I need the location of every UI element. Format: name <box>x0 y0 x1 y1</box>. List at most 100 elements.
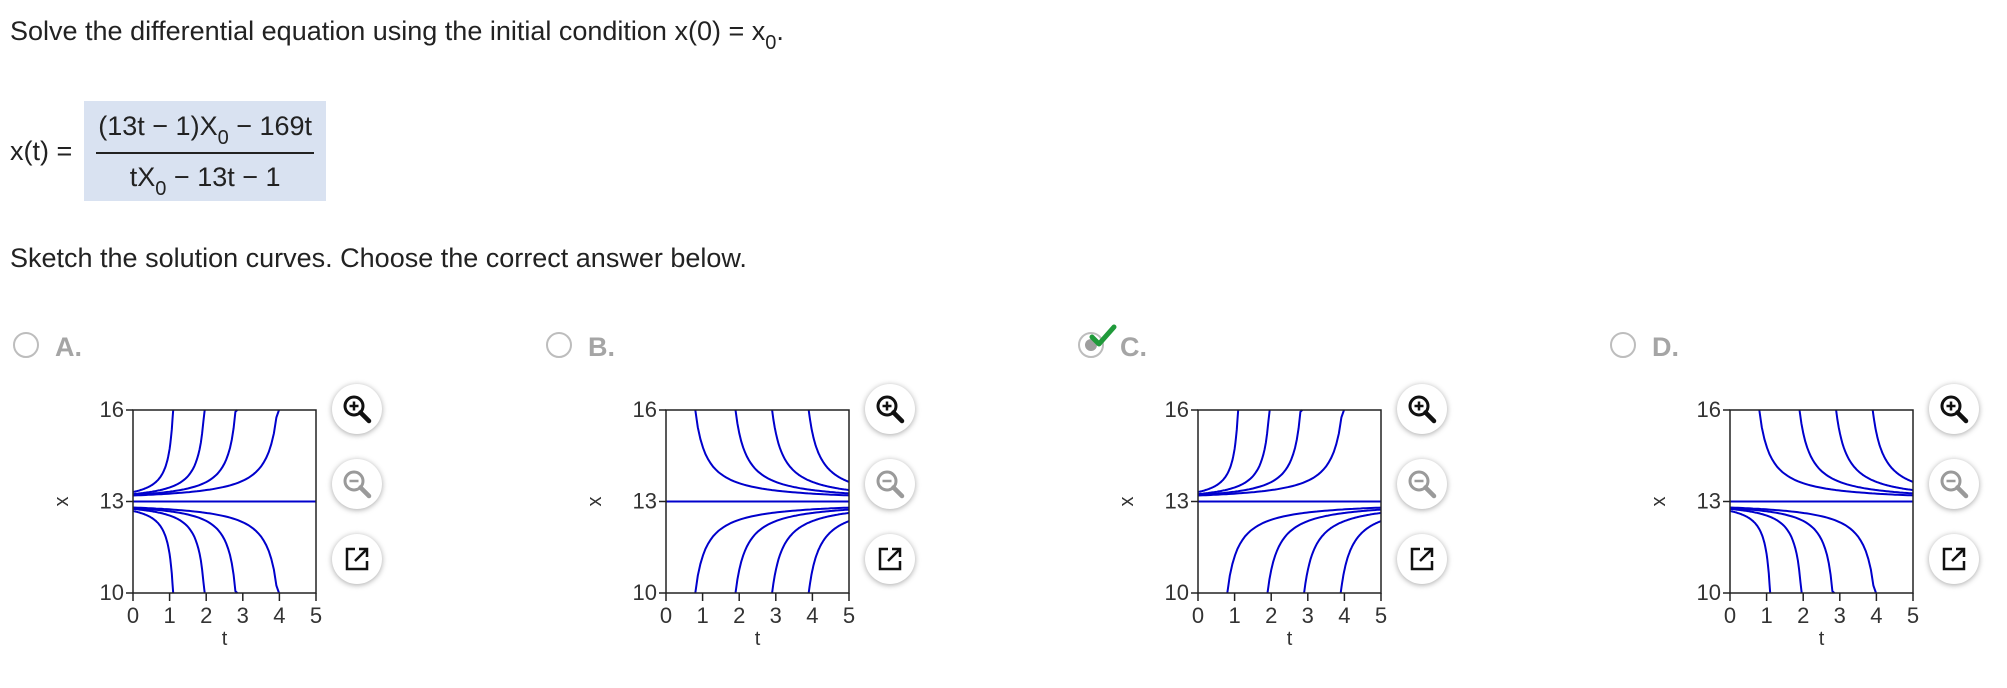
x-axis-label: t <box>222 628 228 650</box>
x-tick-label: 5 <box>310 603 322 628</box>
x-tick-label: 2 <box>1797 603 1809 628</box>
x-tick-label: 2 <box>1265 603 1277 628</box>
popout-icon <box>345 547 369 571</box>
prompt-end: . <box>776 16 784 46</box>
answer-fraction-box[interactable]: (13t − 1)X0 − 169t tX0 − 13t − 1 <box>84 101 327 201</box>
zoom-out-icon <box>1408 470 1437 499</box>
choice-d[interactable]: D. 10 13 16 0 1 2 3 4 5 t x <box>1607 320 2007 670</box>
zoom-out-button[interactable] <box>865 459 915 509</box>
numerator-part-b: − 169t <box>228 111 313 141</box>
zoom-out-button[interactable] <box>1397 459 1447 509</box>
upper-solution-curve <box>694 409 850 497</box>
zoom-in-icon <box>876 395 905 424</box>
popout-icon <box>1942 547 1966 571</box>
x-tick-label: 0 <box>660 603 672 628</box>
upper-solution-curve <box>734 409 850 495</box>
zoom-out-button[interactable] <box>332 459 382 509</box>
upper-solution-curve <box>1197 409 1240 493</box>
choice-label: B. <box>588 332 615 362</box>
x-tick-label: 4 <box>1338 603 1350 628</box>
choice-label: A. <box>55 332 82 362</box>
choice-c[interactable]: C. 10 13 16 0 1 2 3 4 5 t x <box>1075 320 1475 670</box>
x-tick-label: 3 <box>237 603 249 628</box>
prompt-subscript: 0 <box>765 32 777 54</box>
lower-solution-curve <box>807 520 850 594</box>
denominator-part-a: tX <box>129 162 156 192</box>
checkmark-icon <box>1089 324 1117 347</box>
upper-solution-curve <box>132 409 175 493</box>
choice-a[interactable]: A. 10 13 16 0 1 2 3 4 5 t x <box>10 320 410 670</box>
question-prompt: Solve the differential equation using th… <box>10 16 784 54</box>
x-tick-label: 2 <box>733 603 745 628</box>
lower-solution-curve <box>694 506 850 594</box>
x-tick-label: 4 <box>1870 603 1882 628</box>
popout-icon <box>1410 547 1434 571</box>
y-tick-label: 13 <box>100 489 124 514</box>
choice-b[interactable]: B. 10 13 16 0 1 2 3 4 5 t x <box>543 320 943 670</box>
y-tick-label: 13 <box>633 489 657 514</box>
x-tick-label: 1 <box>1228 603 1240 628</box>
sketch-prompt: Sketch the solution curves. Choose the c… <box>10 243 747 273</box>
popout-button[interactable] <box>1397 534 1447 584</box>
zoom-out-icon <box>1940 470 1969 499</box>
upper-solution-curve <box>1871 409 1914 483</box>
lower-solution-curve <box>1226 506 1382 594</box>
x-axis-label: t <box>1819 628 1825 650</box>
zoom-in-icon <box>1940 395 1969 424</box>
x-tick-label: 4 <box>806 603 818 628</box>
y-tick-label: 16 <box>633 400 657 422</box>
lower-solution-curve <box>1729 510 1772 594</box>
popout-button[interactable] <box>865 534 915 584</box>
zoom-in-button[interactable] <box>1929 384 1979 434</box>
radio-button-a[interactable] <box>13 332 39 358</box>
zoom-out-icon <box>876 470 905 499</box>
y-tick-label: 16 <box>1697 400 1721 422</box>
zoom-in-button[interactable] <box>865 384 915 434</box>
lower-solution-curve <box>132 510 175 594</box>
lower-solution-curve <box>1729 507 1835 594</box>
lower-solution-curve <box>132 507 238 594</box>
x-tick-label: 3 <box>1302 603 1314 628</box>
zoom-in-button[interactable] <box>1397 384 1447 434</box>
answer-row: x(t) = (13t − 1)X0 − 169t tX0 − 13t − 1 <box>10 92 327 210</box>
numerator-subscript: 0 <box>217 127 229 149</box>
y-tick-label: 16 <box>1165 400 1189 422</box>
x-tick-label: 0 <box>1192 603 1204 628</box>
zoom-in-button[interactable] <box>332 384 382 434</box>
popout-button[interactable] <box>332 534 382 584</box>
x-tick-label: 5 <box>1375 603 1387 628</box>
x-tick-label: 3 <box>770 603 782 628</box>
y-tick-label: 13 <box>1697 489 1721 514</box>
lower-solution-curve <box>1266 508 1382 594</box>
choice-label: D. <box>1652 332 1679 362</box>
zoom-out-icon <box>343 470 372 499</box>
fraction-numerator: (13t − 1)X0 − 169t <box>96 111 314 149</box>
y-axis-label: x <box>1648 497 1670 507</box>
y-tick-label: 10 <box>100 580 124 605</box>
popout-button[interactable] <box>1929 534 1979 584</box>
upper-solution-curve <box>807 409 850 483</box>
solution-curves-plot: 10 13 16 0 1 2 3 4 5 t x <box>1116 400 1387 650</box>
x-tick-label: 3 <box>1834 603 1846 628</box>
y-tick-label: 13 <box>1165 489 1189 514</box>
x-tick-label: 5 <box>843 603 855 628</box>
denominator-subscript: 0 <box>155 178 167 200</box>
choice-label: C. <box>1120 332 1147 362</box>
fraction-denominator: tX0 − 13t − 1 <box>128 162 283 200</box>
x-axis-label: t <box>755 628 761 650</box>
x-tick-label: 5 <box>1907 603 1919 628</box>
fraction-bar <box>96 152 315 154</box>
popout-icon <box>878 547 902 571</box>
x-tick-label: 1 <box>163 603 175 628</box>
radio-button-d[interactable] <box>1610 332 1636 358</box>
y-axis-label: x <box>584 497 606 507</box>
radio-button-b[interactable] <box>546 332 572 358</box>
y-tick-label: 10 <box>1165 580 1189 605</box>
y-axis-label: x <box>51 497 73 507</box>
x-axis-label: t <box>1287 628 1293 650</box>
zoom-out-button[interactable] <box>1929 459 1979 509</box>
zoom-in-icon <box>1408 395 1437 424</box>
upper-solution-curve <box>1758 409 1914 497</box>
lower-solution-curve <box>1339 520 1382 594</box>
y-axis-label: x <box>1116 497 1138 507</box>
